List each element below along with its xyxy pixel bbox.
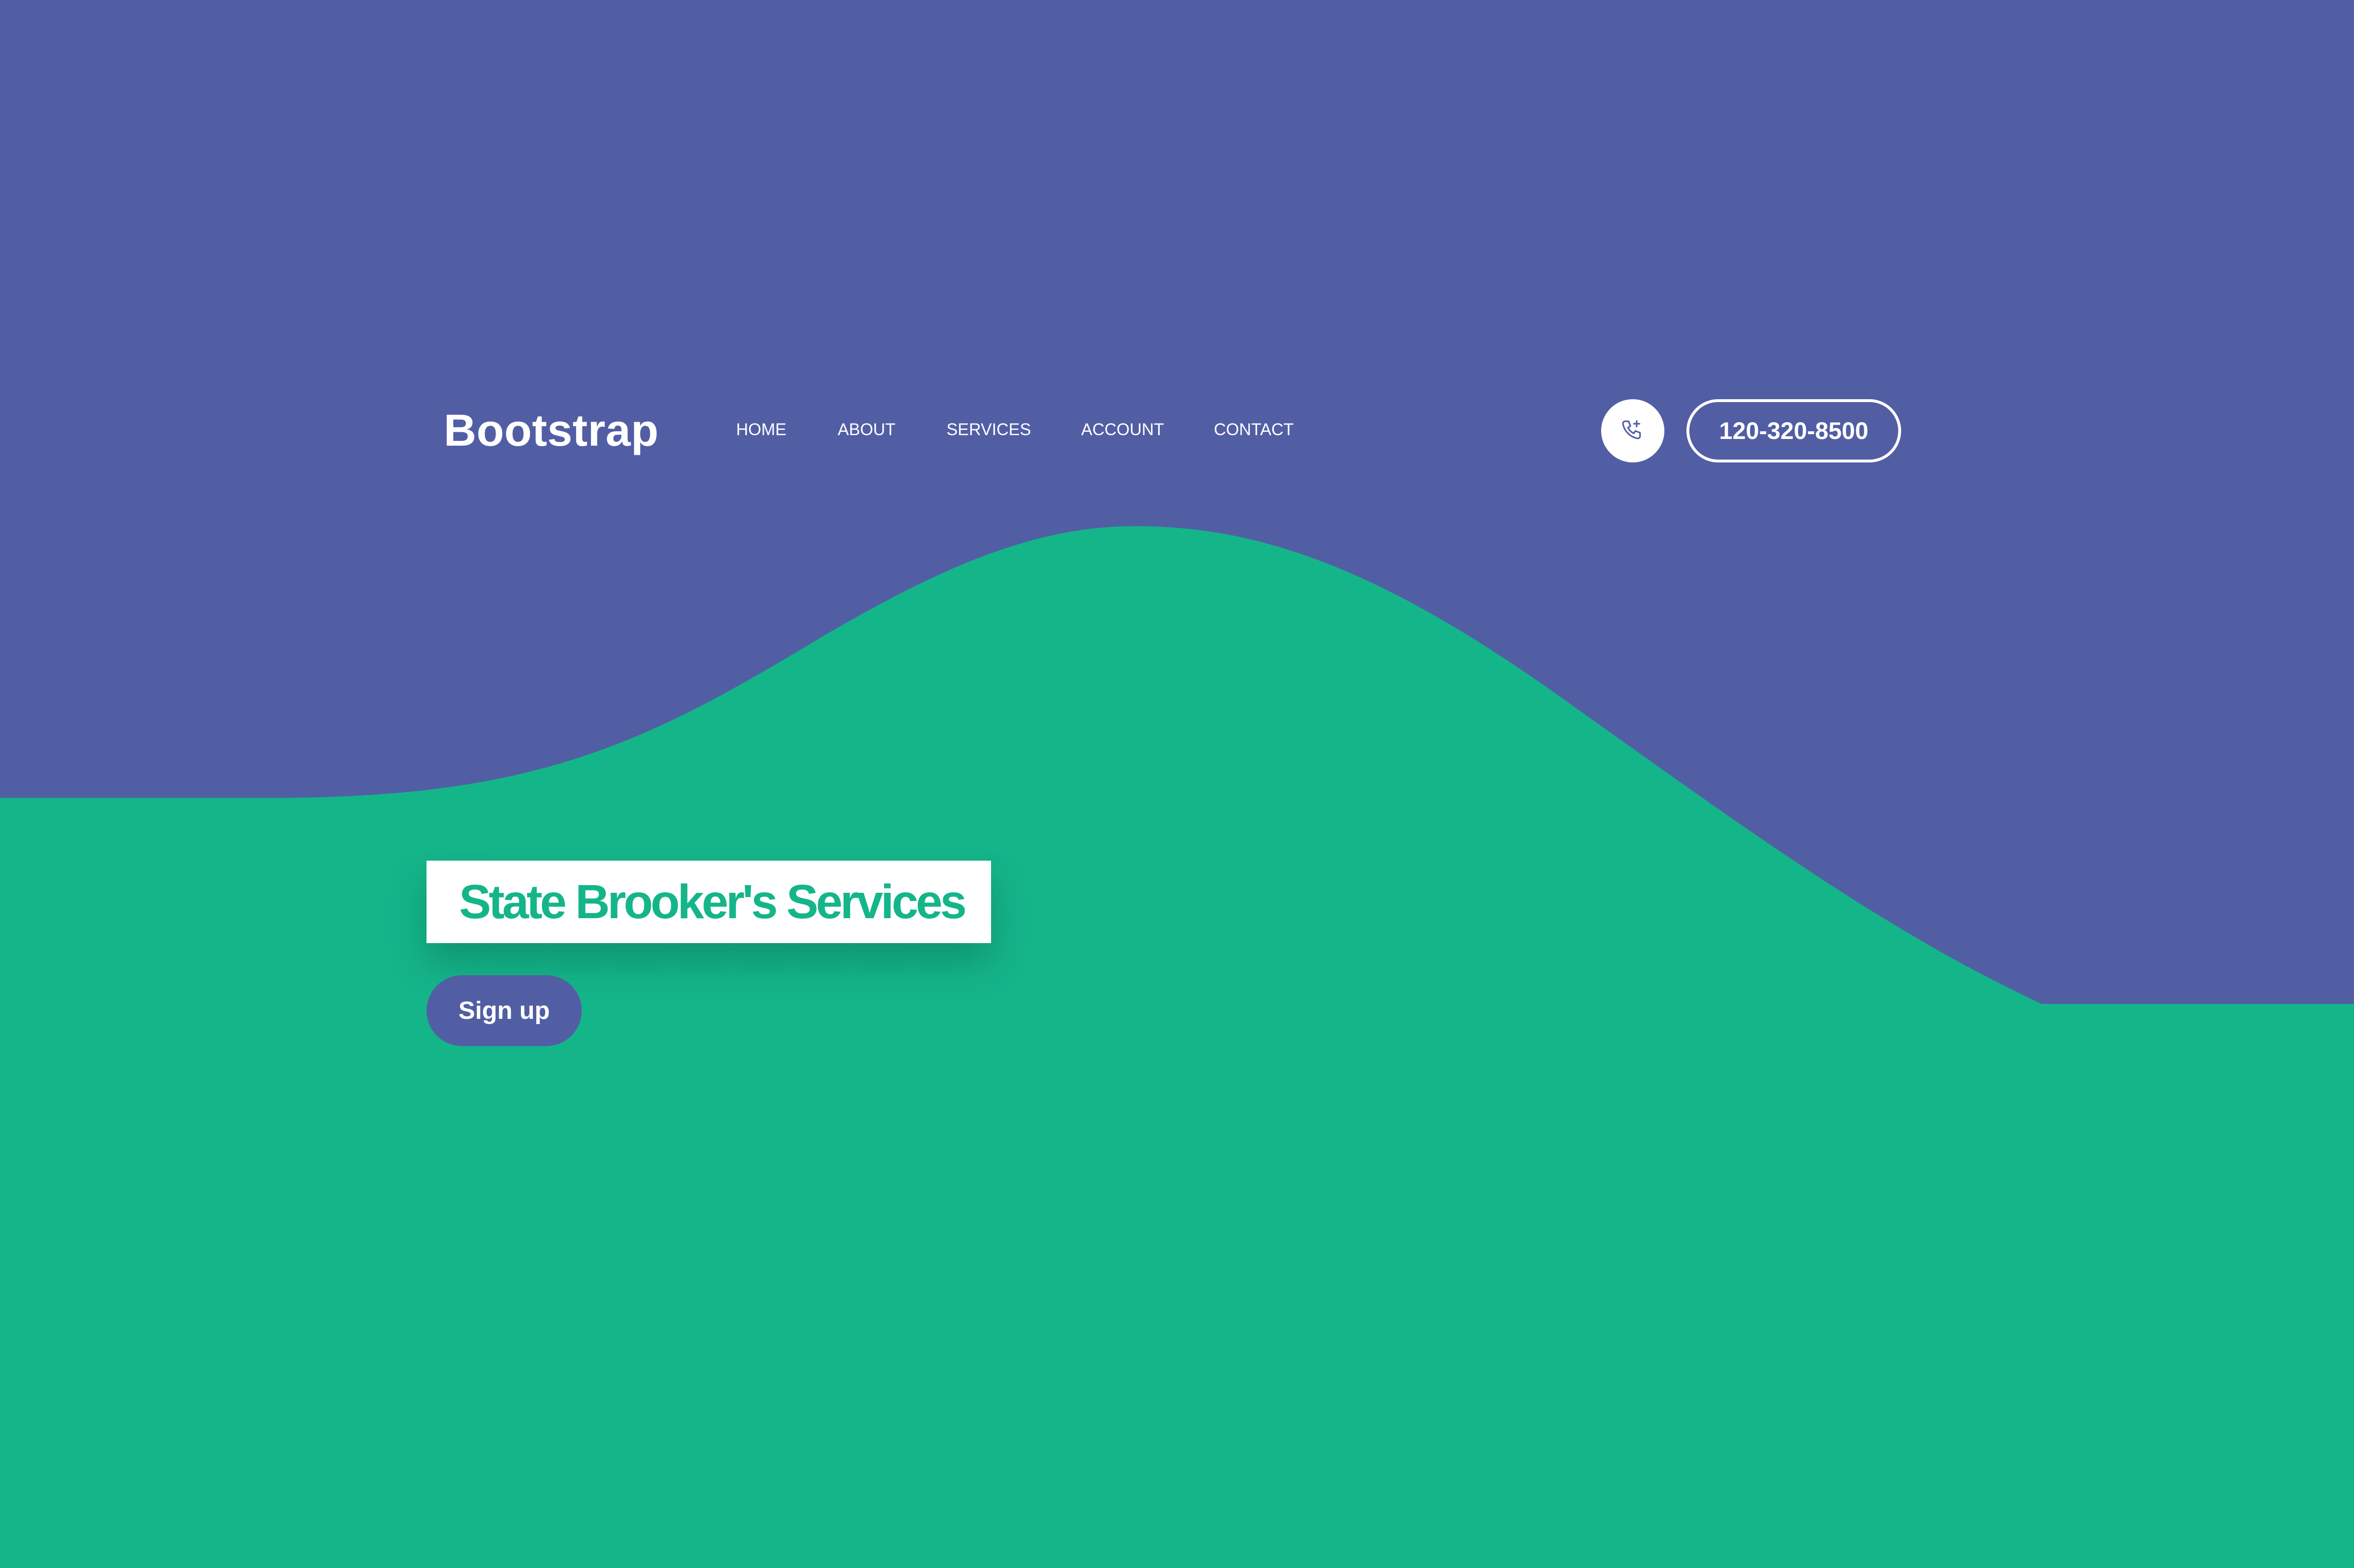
hero-title: State Brooker's Services — [459, 875, 967, 929]
brand-logo-text[interactable]: Bootstrap — [444, 399, 658, 461]
nav-about[interactable]: ABOUT — [838, 415, 896, 445]
signup-button[interactable]: Sign up — [427, 975, 582, 1046]
hero-title-card: State Brooker's Services — [427, 861, 991, 943]
phone-call-button[interactable] — [1601, 399, 1664, 462]
nav-services[interactable]: SERVICES — [946, 415, 1031, 445]
nav-contact[interactable]: CONTACT — [1214, 415, 1294, 445]
nav-home[interactable]: HOME — [736, 415, 786, 445]
nav-account[interactable]: ACCOUNT — [1081, 415, 1164, 445]
phone-call-icon — [1622, 420, 1641, 439]
phone-number-button[interactable]: 120-320-8500 — [1686, 399, 1901, 462]
hero-wave-background — [0, 0, 2354, 1568]
